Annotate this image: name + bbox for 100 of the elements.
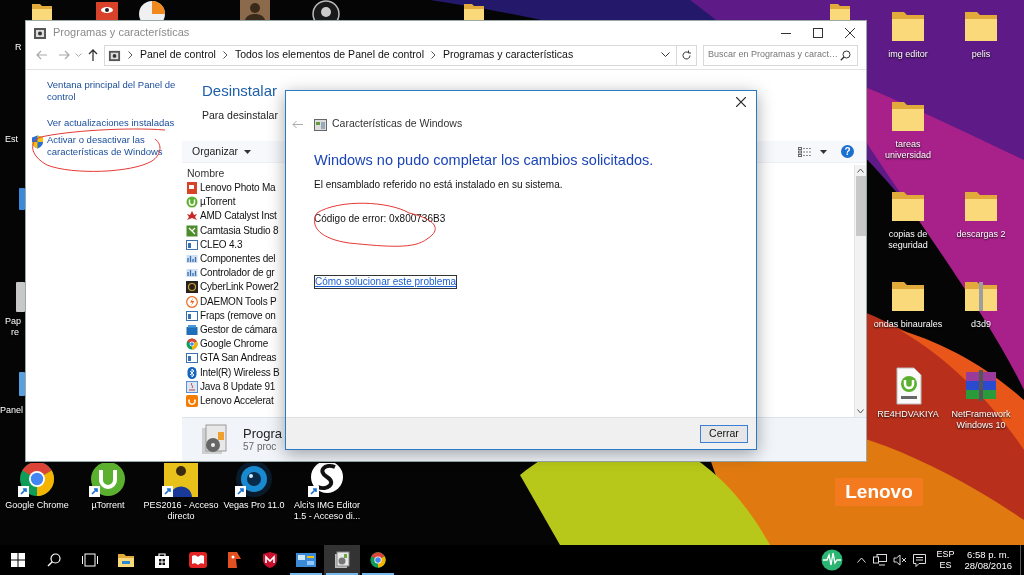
up-arrow-icon[interactable]: [88, 49, 98, 61]
chevron-icon: [128, 51, 133, 59]
window-title: Programas y características: [53, 25, 190, 41]
sidebar-link[interactable]: Activar o desactivar las características de Windows: [47, 134, 182, 158]
page-heading: Desinstalar: [202, 82, 278, 100]
program-name[interactable]: Fraps (remove on: [200, 309, 276, 322]
program-name[interactable]: GTA San Andreas: [200, 352, 277, 365]
program-icon: [186, 323, 198, 336]
program-name[interactable]: AMD Catalyst Inst: [200, 210, 277, 223]
clock[interactable]: 6:58 p. m. 28/08/2016: [964, 549, 1012, 571]
program-icon: [186, 238, 198, 251]
store-bag-icon: [154, 551, 170, 569]
program-icon: [186, 394, 198, 407]
app-icon: [33, 25, 47, 40]
language-indicator[interactable]: ESP ES: [936, 549, 955, 571]
icon-label: Google Chrome: [5, 500, 69, 511]
program-name[interactable]: Componentes del: [200, 253, 276, 266]
sidebar-link[interactable]: Ventana principal del Panel de control: [47, 79, 182, 103]
icon-label: Vegas Pro 11.0: [223, 500, 285, 511]
program-name[interactable]: Camtasia Studio 8: [200, 224, 279, 237]
icon-label: pelis: [971, 49, 991, 60]
program-box-icon: [200, 423, 230, 456]
icon-label: descargas 2: [956, 229, 1006, 240]
taskbar-button[interactable]: [324, 545, 360, 575]
close-dialog-button[interactable]: Cerrar: [700, 424, 748, 443]
program-icon: [186, 352, 198, 365]
icon-label: Est: [5, 134, 18, 145]
program-name[interactable]: Controlador de gr: [200, 267, 275, 280]
search-icon[interactable]: [840, 49, 852, 61]
scrollbar-thumb[interactable]: [855, 176, 866, 236]
program-name[interactable]: Gestor de cámara: [200, 323, 277, 336]
thumbnail-icon[interactable]: [240, 0, 270, 20]
view-list-icon[interactable]: [798, 146, 812, 157]
help-button[interactable]: ?: [841, 145, 854, 158]
program-name[interactable]: Google Chrome: [200, 338, 268, 351]
search-icon: [47, 553, 61, 567]
refresh-icon: [681, 49, 692, 61]
program-icon: [186, 295, 198, 308]
browser-icon[interactable]: [17, 463, 57, 497]
icon-label: copias de seguridad: [888, 229, 928, 251]
dialog-title: Características de Windows: [332, 116, 463, 132]
task-view-icon: [81, 553, 99, 567]
game-icon[interactable]: [161, 463, 201, 497]
close-icon: [736, 97, 746, 107]
icon-label: PES2016 - Acceso directo: [143, 500, 219, 522]
breadcrumb-link[interactable]: Panel de control: [140, 47, 216, 63]
breadcrumb-link[interactable]: Programas y características: [443, 47, 574, 63]
icon-label: R: [15, 42, 22, 53]
scrollbar[interactable]: [854, 165, 866, 417]
page-subtext: Para desinstalar: [202, 109, 278, 121]
program-box-icon: [334, 551, 350, 569]
icon-label: µTorrent: [91, 500, 125, 511]
icon-label: Pap: [5, 316, 21, 327]
network-icon[interactable]: [873, 554, 888, 566]
details-count: 57 proc: [243, 441, 278, 453]
program-name[interactable]: CyberLink Power2: [200, 281, 279, 294]
program-icon: [186, 281, 198, 294]
details-title: Progra: [243, 426, 283, 441]
breadcrumb-link[interactable]: Todos los elementos de Panel de control: [234, 47, 424, 63]
sidebar-link[interactable]: Ver actualizaciones instaladas: [47, 117, 175, 129]
organize-button[interactable]: Organizar: [192, 143, 252, 160]
location-icon: [108, 48, 121, 62]
app-icon: [226, 551, 242, 569]
activity-icon[interactable]: [821, 549, 844, 571]
column-header[interactable]: Nombre: [187, 165, 225, 181]
lens-icon[interactable]: [234, 463, 274, 497]
program-icon: [186, 380, 198, 393]
torrent-app-icon[interactable]: [88, 463, 128, 497]
program-name[interactable]: DAEMON Tools P: [200, 295, 277, 308]
features-icon: [314, 117, 327, 131]
program-icon: [186, 224, 198, 237]
program-icon: [186, 182, 198, 195]
brand-logo: Lenovo: [835, 478, 923, 506]
dropdown-caret-icon[interactable]: [661, 52, 670, 58]
search-field[interactable]: Buscar en Programas y caract…: [703, 44, 858, 66]
scroll-down-icon[interactable]: [857, 409, 864, 414]
program-name[interactable]: Lenovo Accelerat: [200, 394, 274, 407]
book-icon: [189, 552, 207, 568]
program-icon: [186, 267, 198, 280]
icon-label: RE4HDVAKIYA: [877, 409, 939, 420]
volume-muted-icon[interactable]: [893, 554, 908, 566]
icon-label: NetFramework Windows 10: [951, 409, 1011, 431]
program-name[interactable]: Java 8 Update 91: [200, 380, 276, 393]
program-name[interactable]: CLEO 4.3: [200, 238, 243, 251]
scroll-up-icon[interactable]: [857, 168, 864, 173]
notifications-icon[interactable]: [913, 553, 927, 567]
program-icon: [186, 338, 198, 351]
folder-icon: [117, 552, 135, 568]
help-link[interactable]: Cómo solucionar este problema: [314, 275, 458, 289]
program-name[interactable]: Lenovo Photo Ma: [200, 182, 276, 195]
program-icon: [186, 309, 198, 322]
app-icon[interactable]: [94, 0, 120, 20]
app-icon[interactable]: [312, 0, 340, 20]
close-icon: [845, 27, 855, 38]
caret-icon[interactable]: [820, 149, 827, 154]
program-icon: [186, 210, 198, 223]
program-name[interactable]: µTorrent: [200, 196, 236, 209]
program-name[interactable]: Intel(R) Wireless B: [200, 366, 280, 379]
address-bar[interactable]: Panel de control Todos los elementos de Panel de control Programas y características: [104, 44, 697, 66]
caret-icon: [244, 149, 252, 154]
